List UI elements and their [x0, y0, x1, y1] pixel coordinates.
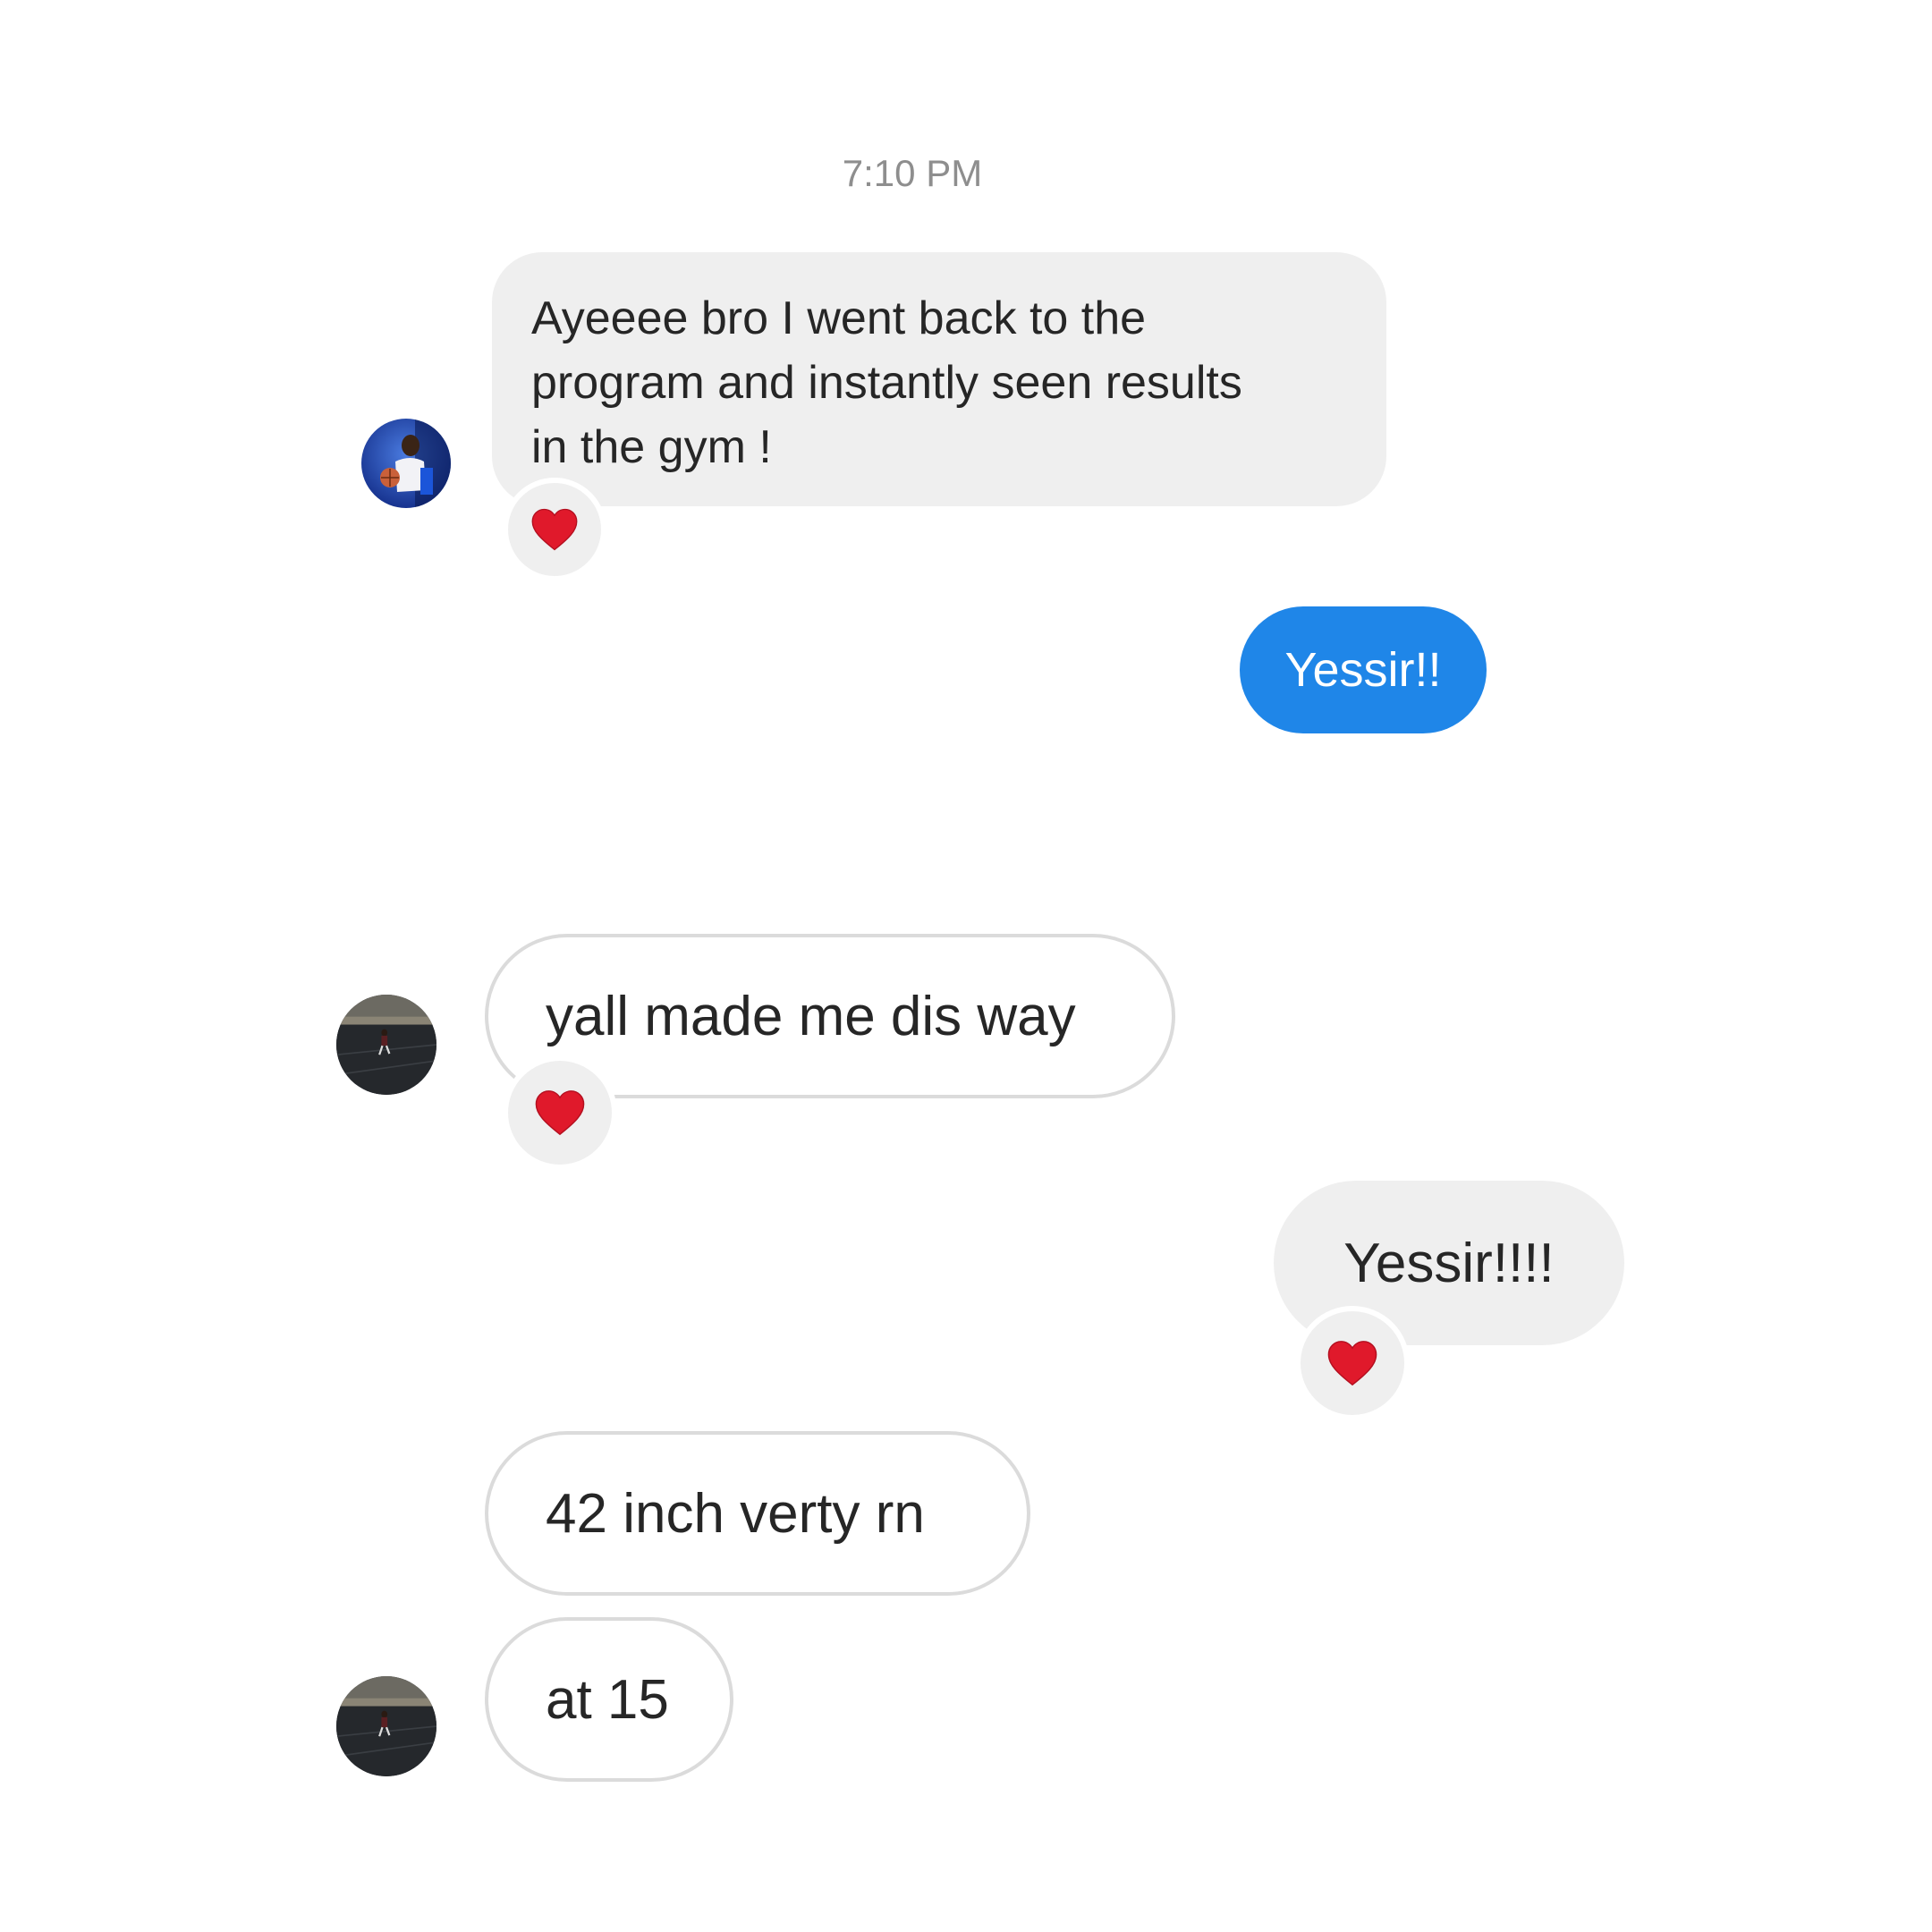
message-text: yall made me dis way	[546, 985, 1076, 1047]
message-text: Yessir!!	[1284, 643, 1442, 697]
track-runner-avatar-icon	[336, 1676, 436, 1776]
received-message-bubble[interactable]: at 15	[485, 1617, 733, 1782]
message-text-line: in the gym !	[531, 421, 772, 473]
sender-avatar[interactable]	[336, 995, 436, 1095]
received-message-bubble[interactable]: Ayeeee bro I went back to the program an…	[492, 252, 1386, 506]
red-heart-icon	[1327, 1341, 1377, 1386]
message-text: 42 inch verty rn	[546, 1482, 925, 1545]
sender-avatar[interactable]	[336, 1676, 436, 1776]
received-message-bubble[interactable]: 42 inch verty rn	[485, 1431, 1030, 1596]
heart-reaction[interactable]	[503, 478, 606, 581]
heart-reaction[interactable]	[1295, 1306, 1410, 1420]
message-text-line: program and instantly seen results	[531, 357, 1242, 409]
track-runner-avatar-icon	[336, 995, 436, 1095]
sent-message-bubble[interactable]: Yessir!!	[1240, 606, 1487, 733]
heart-reaction[interactable]	[503, 1055, 617, 1170]
basketball-player-avatar-icon	[361, 419, 451, 508]
message-text-line: Ayeeee bro I went back to the	[531, 292, 1147, 344]
red-heart-icon	[535, 1090, 585, 1136]
message-text: Yessir!!!!	[1343, 1232, 1555, 1294]
sender-avatar[interactable]	[361, 419, 451, 508]
message-text: at 15	[546, 1668, 669, 1731]
red-heart-icon	[531, 508, 578, 551]
thread-timestamp: 7:10 PM	[842, 152, 983, 194]
